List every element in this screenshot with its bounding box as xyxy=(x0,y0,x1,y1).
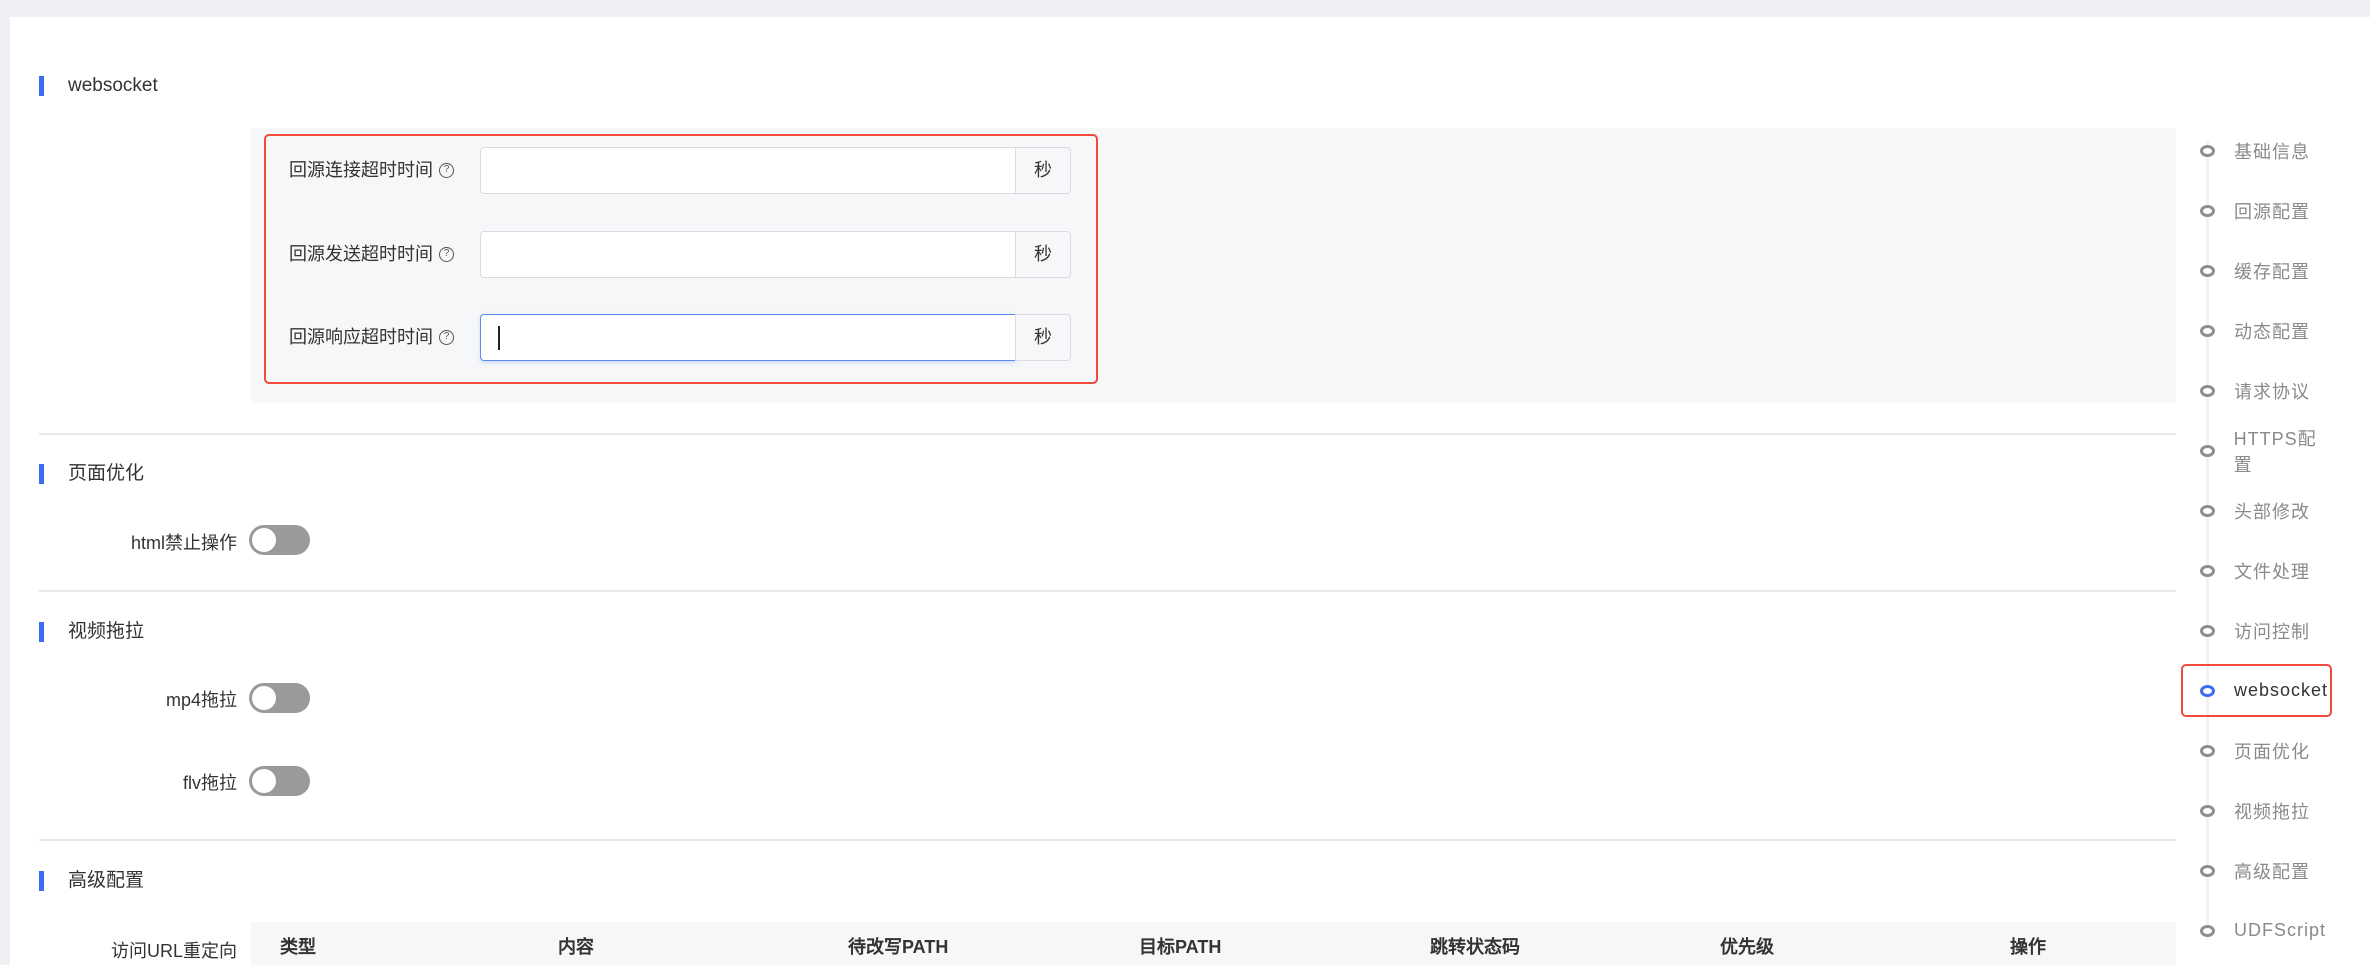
nav-item-label: 动态配置 xyxy=(2234,321,2310,342)
help-icon[interactable]: ? xyxy=(439,246,454,262)
nav-item-label: 头部修改 xyxy=(2234,501,2310,522)
nav-item-label: 请求协议 xyxy=(2234,381,2310,402)
label-text: 回源连接超时时间 xyxy=(289,160,433,180)
divider xyxy=(39,590,2176,592)
nav-item-10[interactable]: 页面优化 xyxy=(2181,724,2332,777)
divider xyxy=(39,839,2176,841)
flv-drag-toggle[interactable] xyxy=(249,766,310,796)
html-disable-toggle[interactable] xyxy=(249,525,310,555)
nav-dot-icon xyxy=(2200,444,2215,457)
unit-suffix: 秒 xyxy=(1015,314,1071,361)
nav-dot-icon xyxy=(2200,744,2215,757)
field-label-send-timeout: 回源发送超时时间? xyxy=(289,231,454,277)
nav-dot-icon xyxy=(2200,564,2215,577)
column-header-status-code: 跳转状态码 xyxy=(1430,937,1520,957)
help-icon[interactable]: ? xyxy=(439,329,454,345)
nav-item-11[interactable]: 视频拖拉 xyxy=(2181,784,2332,837)
unit-suffix: 秒 xyxy=(1015,231,1071,278)
toggle-label-flv: flv拖拉 xyxy=(183,773,237,793)
column-header-content: 内容 xyxy=(558,937,594,957)
nav-item-label: 基础信息 xyxy=(2234,141,2310,162)
nav-dot-icon xyxy=(2200,504,2215,517)
section-title-websocket: websocket xyxy=(39,76,158,96)
unit-suffix: 秒 xyxy=(1015,147,1071,194)
nav-item-label: 高级配置 xyxy=(2234,861,2310,882)
column-header-source-path: 待改写PATH xyxy=(848,937,949,957)
text-cursor xyxy=(498,326,500,350)
label-text: 回源响应超时时间 xyxy=(289,327,433,347)
toggle-label-html: html禁止操作 xyxy=(130,533,237,553)
nav-item-label: UDFScript xyxy=(2234,920,2327,940)
nav-dot-icon xyxy=(2200,804,2215,817)
toggle-label-mp4: mp4拖拉 xyxy=(165,690,237,710)
redirect-label: 访问URL重定向 xyxy=(110,941,237,961)
nav-dot-icon xyxy=(2200,684,2215,697)
column-header-actions: 操作 xyxy=(2010,937,2046,957)
response-timeout-input[interactable] xyxy=(480,314,1016,361)
field-label-connect-timeout: 回源连接超时时间? xyxy=(289,147,454,193)
nav-dot-icon xyxy=(2200,204,2215,217)
nav-item-7[interactable]: 文件处理 xyxy=(2181,544,2332,597)
field-label-response-timeout: 回源响应超时时间? xyxy=(289,314,454,360)
nav-item-label: 回源配置 xyxy=(2234,201,2310,222)
nav-item-label: websocket xyxy=(2234,680,2329,700)
column-header-target-path: 目标PATH xyxy=(1139,937,1222,957)
section-title-video: 视频拖拉 xyxy=(39,622,144,642)
nav-item-5[interactable]: HTTPS配置 xyxy=(2181,424,2332,477)
nav-item-2[interactable]: 缓存配置 xyxy=(2181,244,2332,297)
nav-item-label: 访问控制 xyxy=(2234,621,2310,642)
column-header-type: 类型 xyxy=(280,937,316,957)
connect-timeout-input[interactable] xyxy=(480,147,1016,194)
nav-item-1[interactable]: 回源配置 xyxy=(2181,184,2332,237)
nav-item-3[interactable]: 动态配置 xyxy=(2181,304,2332,357)
nav-dot-icon xyxy=(2200,624,2215,637)
nav-dot-icon xyxy=(2200,264,2215,277)
column-header-priority: 优先级 xyxy=(1720,937,1774,957)
label-text: 回源发送超时时间 xyxy=(289,244,433,264)
nav-dot-icon xyxy=(2200,384,2215,397)
nav-dot-icon xyxy=(2200,144,2215,157)
nav-dot-icon xyxy=(2200,324,2215,337)
nav-item-4[interactable]: 请求协议 xyxy=(2181,364,2332,417)
help-icon[interactable]: ? xyxy=(439,162,454,178)
nav-item-label: 视频拖拉 xyxy=(2234,801,2310,822)
nav-item-9[interactable]: websocket xyxy=(2181,664,2332,717)
nav-dot-icon xyxy=(2200,864,2215,877)
section-title-page-opt: 页面优化 xyxy=(39,464,144,484)
mp4-drag-toggle[interactable] xyxy=(249,683,310,713)
nav-item-0[interactable]: 基础信息 xyxy=(2181,124,2332,177)
send-timeout-input[interactable] xyxy=(480,231,1016,278)
nav-item-13[interactable]: UDFScript xyxy=(2181,904,2332,957)
nav-item-label: HTTPS配置 xyxy=(2233,428,2317,475)
nav-item-label: 缓存配置 xyxy=(2234,261,2310,282)
nav-item-label: 文件处理 xyxy=(2234,561,2310,582)
section-title-advanced: 高级配置 xyxy=(39,871,144,891)
nav-item-8[interactable]: 访问控制 xyxy=(2181,604,2332,657)
nav-item-12[interactable]: 高级配置 xyxy=(2181,844,2332,897)
divider xyxy=(39,433,2176,435)
nav-item-label: 页面优化 xyxy=(2234,741,2310,762)
nav-item-6[interactable]: 头部修改 xyxy=(2181,484,2332,537)
nav-dot-icon xyxy=(2200,924,2215,937)
